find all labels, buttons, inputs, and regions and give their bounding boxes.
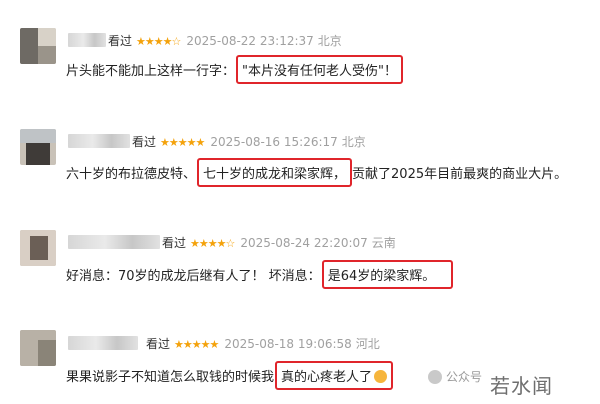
review-location: 北京: [317, 34, 342, 48]
review-text: 六十岁的布拉德皮特、 七十岁的成龙和梁家辉， 贡献了2025年目前最爽的商业大片。: [66, 158, 567, 187]
highlighted-text: 七十岁的成龙和梁家辉，: [203, 167, 347, 182]
review-text-before: 片头能不能加上这样一行字：: [66, 64, 236, 79]
highlight-box: "本片没有任何老人受伤"！: [236, 55, 403, 84]
review-text-after: ！: [383, 64, 397, 79]
seen-label: 看过: [162, 236, 187, 250]
avatar[interactable]: [20, 330, 56, 366]
highlighted-text: 是64岁的梁家辉。: [327, 269, 436, 284]
seen-label: 看过: [108, 34, 133, 48]
review-location: 云南: [371, 236, 396, 250]
highlighted-text: "本片没有任何老人受伤": [242, 64, 384, 79]
review-text-before: 六十岁的布拉德皮特、: [66, 167, 197, 182]
username-blurred[interactable]: [68, 235, 160, 249]
highlight-box: 是64岁的梁家辉。: [321, 260, 454, 289]
review-date: 2025-08-24 22:20:07: [240, 236, 368, 250]
star-rating: ★★★★★: [160, 136, 205, 149]
review-item-1: 看过 ★★★★☆ 2025-08-22 23:12:37 北京 片头能不能加上这样一行…: [0, 0, 600, 101]
watermark: 公众号 若水闻: [428, 368, 598, 398]
review-text-after: 贡献了2025年目前最爽的商业大片。: [352, 167, 568, 182]
username-blurred[interactable]: [68, 33, 106, 47]
review-text: 好消息：70岁的成龙后继有人了！ 坏消息： 是64岁的梁家辉。: [66, 260, 454, 289]
review-text: 片头能不能加上这样一行字： "本片没有任何老人受伤"！: [66, 55, 403, 84]
avatar[interactable]: [20, 129, 56, 165]
review-date: 2025-08-16 15:26:17: [210, 135, 338, 149]
review-text-before: 果果说影子不知道怎么取钱的时候我: [66, 370, 275, 385]
highlight-box: 七十岁的成龙和梁家辉，: [197, 158, 353, 187]
username-blurred[interactable]: [68, 336, 138, 350]
crying-face-icon: [374, 370, 388, 383]
highlighted-text: 真的心疼老人了: [281, 370, 373, 385]
seen-label: 看过: [146, 337, 171, 351]
review-location: 北京: [341, 135, 366, 149]
watermark-small-text: 公众号: [446, 370, 483, 384]
highlight-box: 真的心疼老人了: [275, 361, 394, 390]
review-meta: 看过 ★★★★☆ 2025-08-22 23:12:37 北京: [108, 32, 342, 49]
star-rating: ★★★★★: [174, 338, 219, 351]
review-date: 2025-08-18 19:06:58: [224, 337, 352, 351]
review-location: 河北: [355, 337, 380, 351]
watermark-large-text: 若水闻: [490, 374, 553, 398]
seen-label: 看过: [132, 135, 157, 149]
star-rating: ★★★★☆: [190, 237, 235, 250]
avatar[interactable]: [20, 230, 56, 266]
review-item-3: 看过 ★★★★☆ 2025-08-24 22:20:07 云南 好消息：70岁的成龙后…: [0, 202, 600, 303]
review-date: 2025-08-22 23:12:37: [186, 34, 314, 48]
wechat-icon: [428, 370, 442, 384]
review-meta: 看过 ★★★★☆ 2025-08-24 22:20:07 云南: [162, 234, 396, 251]
review-text: 果果说影子不知道怎么取钱的时候我 真的心疼老人了: [66, 361, 394, 390]
review-item-2: 看过 ★★★★★ 2025-08-16 15:26:17 北京 六十岁的布拉德皮特、七…: [0, 101, 600, 202]
avatar[interactable]: [20, 28, 56, 64]
review-meta: 看过 ★★★★★ 2025-08-16 15:26:17 北京: [132, 133, 366, 150]
username-blurred[interactable]: [68, 134, 130, 148]
review-text-before: 好消息：70岁的成龙后继有人了！ 坏消息：: [66, 269, 321, 284]
review-meta: 看过 ★★★★★ 2025-08-18 19:06:58 河北: [146, 335, 380, 352]
star-rating: ★★★★☆: [136, 35, 181, 48]
